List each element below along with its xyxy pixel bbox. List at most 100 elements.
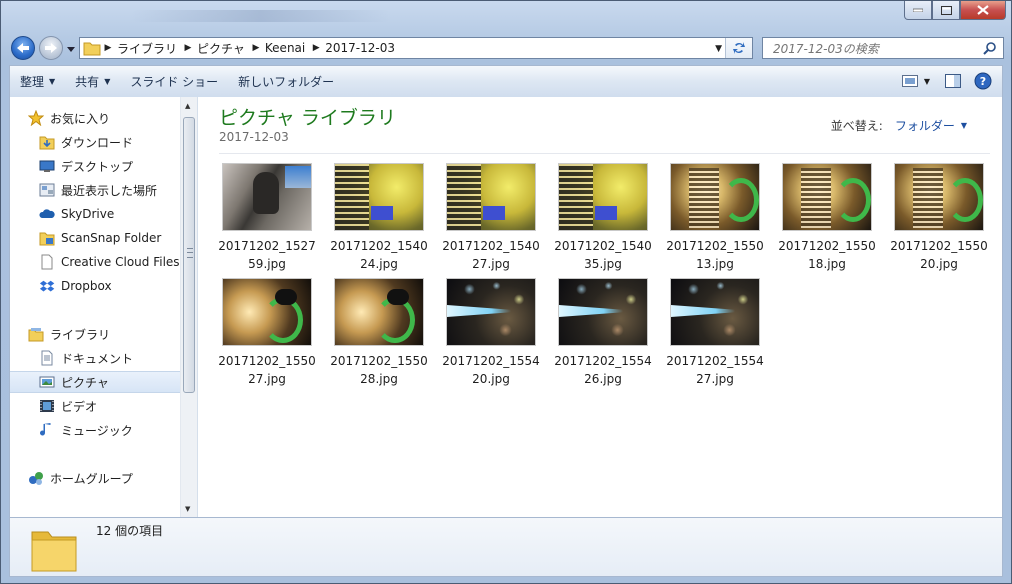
arrange-dropdown[interactable]: フォルダー (895, 117, 955, 134)
close-button[interactable] (960, 1, 1006, 20)
chevron-down-icon: ▼ (104, 77, 111, 86)
nav-item-desktop[interactable]: デスクトップ (39, 155, 197, 177)
nav-item-documents[interactable]: ドキュメント (39, 347, 197, 369)
new-folder-label: 新しいフォルダー (238, 75, 335, 89)
music-note-icon (39, 422, 55, 438)
chevron-down-icon[interactable]: ▼ (961, 121, 967, 130)
breadcrumb-arrow-icon[interactable]: ▶ (249, 43, 263, 53)
help-button[interactable]: ? (972, 70, 994, 92)
file-item[interactable]: 20171202_155028.jpg (328, 278, 432, 390)
nav-item-videos[interactable]: ビデオ (39, 395, 197, 417)
nav-item-downloads[interactable]: ダウンロード (39, 131, 197, 153)
view-options-button[interactable]: ▼ (898, 70, 934, 92)
nav-label: Dropbox (61, 279, 112, 293)
minimize-button[interactable] (904, 1, 932, 20)
nav-item-music[interactable]: ミュージック (39, 419, 197, 441)
scroll-up-icon[interactable]: ▲ (185, 102, 190, 110)
refresh-button[interactable] (725, 38, 752, 58)
folder-icon (83, 42, 101, 56)
details-pane: 12 個の項目 (9, 517, 1003, 577)
dropbox-icon (39, 278, 55, 294)
file-item[interactable]: 20171202_154027.jpg (440, 163, 544, 275)
nav-scrollbar[interactable]: ▲ ▼ (180, 97, 197, 517)
nav-item-creative-cloud[interactable]: Creative Cloud Files (39, 251, 197, 273)
cloud-icon (39, 206, 55, 222)
video-icon (39, 398, 55, 414)
slideshow-button[interactable]: スライド ショー (120, 70, 228, 94)
address-row: ▶ ライブラリ ▶ ピクチャ ▶ Keenai ▶ 2017-12-03 ▼ (1, 33, 1011, 63)
thumbnail-image (446, 163, 536, 231)
file-item[interactable]: 20171202_155018.jpg (776, 163, 880, 275)
address-bar[interactable]: ▶ ライブラリ ▶ ピクチャ ▶ Keenai ▶ 2017-12-03 ▼ (79, 37, 753, 59)
preview-pane-button[interactable] (942, 70, 964, 92)
nav-label: ScanSnap Folder (61, 231, 162, 245)
file-item[interactable]: 20171202_154035.jpg (552, 163, 656, 275)
search-input[interactable] (771, 39, 985, 59)
breadcrumb-label: Keenai (264, 41, 306, 55)
maximize-button[interactable] (932, 1, 960, 20)
share-button[interactable]: 共有 ▼ (65, 70, 120, 94)
thumbnail-image (670, 163, 760, 231)
thumbnail-image (334, 163, 424, 231)
breadcrumb-item-date[interactable]: 2017-12-03 (323, 38, 399, 58)
recent-pages-dropdown-icon[interactable] (67, 45, 75, 53)
nav-label: 最近表示した場所 (61, 183, 158, 198)
nav-item-pictures[interactable]: ピクチャ (10, 371, 182, 393)
nav-label: ビデオ (61, 399, 98, 414)
new-folder-button[interactable]: 新しいフォルダー (228, 70, 344, 94)
breadcrumb-arrow-icon[interactable]: ▶ (101, 43, 115, 53)
nav-item-recent-places[interactable]: 最近表示した場所 (39, 179, 197, 201)
downloads-folder-icon (39, 134, 55, 150)
file-item[interactable]: 20171202_152759.jpg (216, 163, 320, 275)
recent-places-icon (39, 182, 55, 198)
organize-button[interactable]: 整理 ▼ (10, 70, 65, 94)
minimize-icon (913, 8, 923, 12)
nav-item-favorites[interactable]: お気に入り (28, 107, 197, 129)
breadcrumb-arrow-icon[interactable]: ▶ (181, 43, 195, 53)
file-item[interactable]: 20171202_155426.jpg (552, 278, 656, 390)
thumbnail-image (334, 278, 424, 346)
nav-item-homegroup[interactable]: ホームグループ (28, 467, 197, 489)
search-box[interactable] (762, 37, 1004, 59)
thumbnail-image (670, 278, 760, 346)
nav-item-skydrive[interactable]: SkyDrive (39, 203, 197, 225)
nav-item-dropbox[interactable]: Dropbox (39, 275, 197, 297)
file-item[interactable]: 20171202_155427.jpg (664, 278, 768, 390)
search-icon[interactable] (983, 41, 997, 55)
nav-label: SkyDrive (61, 207, 115, 221)
breadcrumb-item-keenai[interactable]: Keenai ▶ (263, 38, 323, 58)
nav-label: Creative Cloud Files (61, 255, 180, 269)
folder-icon (39, 230, 55, 246)
nav-label: ピクチャ (61, 375, 109, 390)
file-item[interactable]: 20171202_155420.jpg (440, 278, 544, 390)
file-name: 20171202_155427.jpg (666, 354, 764, 386)
file-item[interactable]: 20171202_155020.jpg (888, 163, 992, 275)
nav-label: お気に入り (50, 111, 111, 126)
library-subtitle: 2017-12-03 (219, 130, 289, 144)
scroll-down-icon[interactable]: ▼ (185, 505, 190, 513)
help-icon: ? (974, 72, 992, 90)
file-item[interactable]: 20171202_154024.jpg (328, 163, 432, 275)
breadcrumb-item-libraries[interactable]: ライブラリ ▶ (115, 38, 195, 58)
nav-item-scansnap[interactable]: ScanSnap Folder (39, 227, 197, 249)
back-button[interactable] (11, 36, 35, 60)
address-history-dropdown-icon[interactable]: ▼ (715, 44, 722, 54)
file-item[interactable]: 20171202_155027.jpg (216, 278, 320, 390)
command-bar: 整理 ▼ 共有 ▼ スライド ショー 新しいフォルダー ▼ ? (9, 65, 1003, 97)
nav-item-libraries[interactable]: ライブラリ (28, 323, 197, 345)
grip-icon (187, 248, 193, 258)
pictures-icon (39, 374, 55, 390)
breadcrumb-label: ピクチャ (197, 41, 245, 56)
breadcrumb-item-pictures[interactable]: ピクチャ ▶ (195, 38, 263, 58)
title-bar[interactable] (1, 1, 1011, 33)
slideshow-label: スライド ショー (130, 75, 219, 89)
refresh-icon (733, 42, 745, 54)
nav-label: ダウンロード (61, 135, 134, 150)
content-pane: ピクチャ ライブラリ 2017-12-03 並べ替え: フォルダー ▼ 2017… (198, 97, 1003, 517)
breadcrumb-arrow-icon[interactable]: ▶ (309, 43, 323, 53)
forward-button[interactable] (39, 36, 63, 60)
breadcrumb-root: ▶ (80, 38, 115, 58)
scrollbar-thumb[interactable] (183, 117, 195, 393)
file-item[interactable]: 20171202_155013.jpg (664, 163, 768, 275)
documents-icon (39, 350, 55, 366)
